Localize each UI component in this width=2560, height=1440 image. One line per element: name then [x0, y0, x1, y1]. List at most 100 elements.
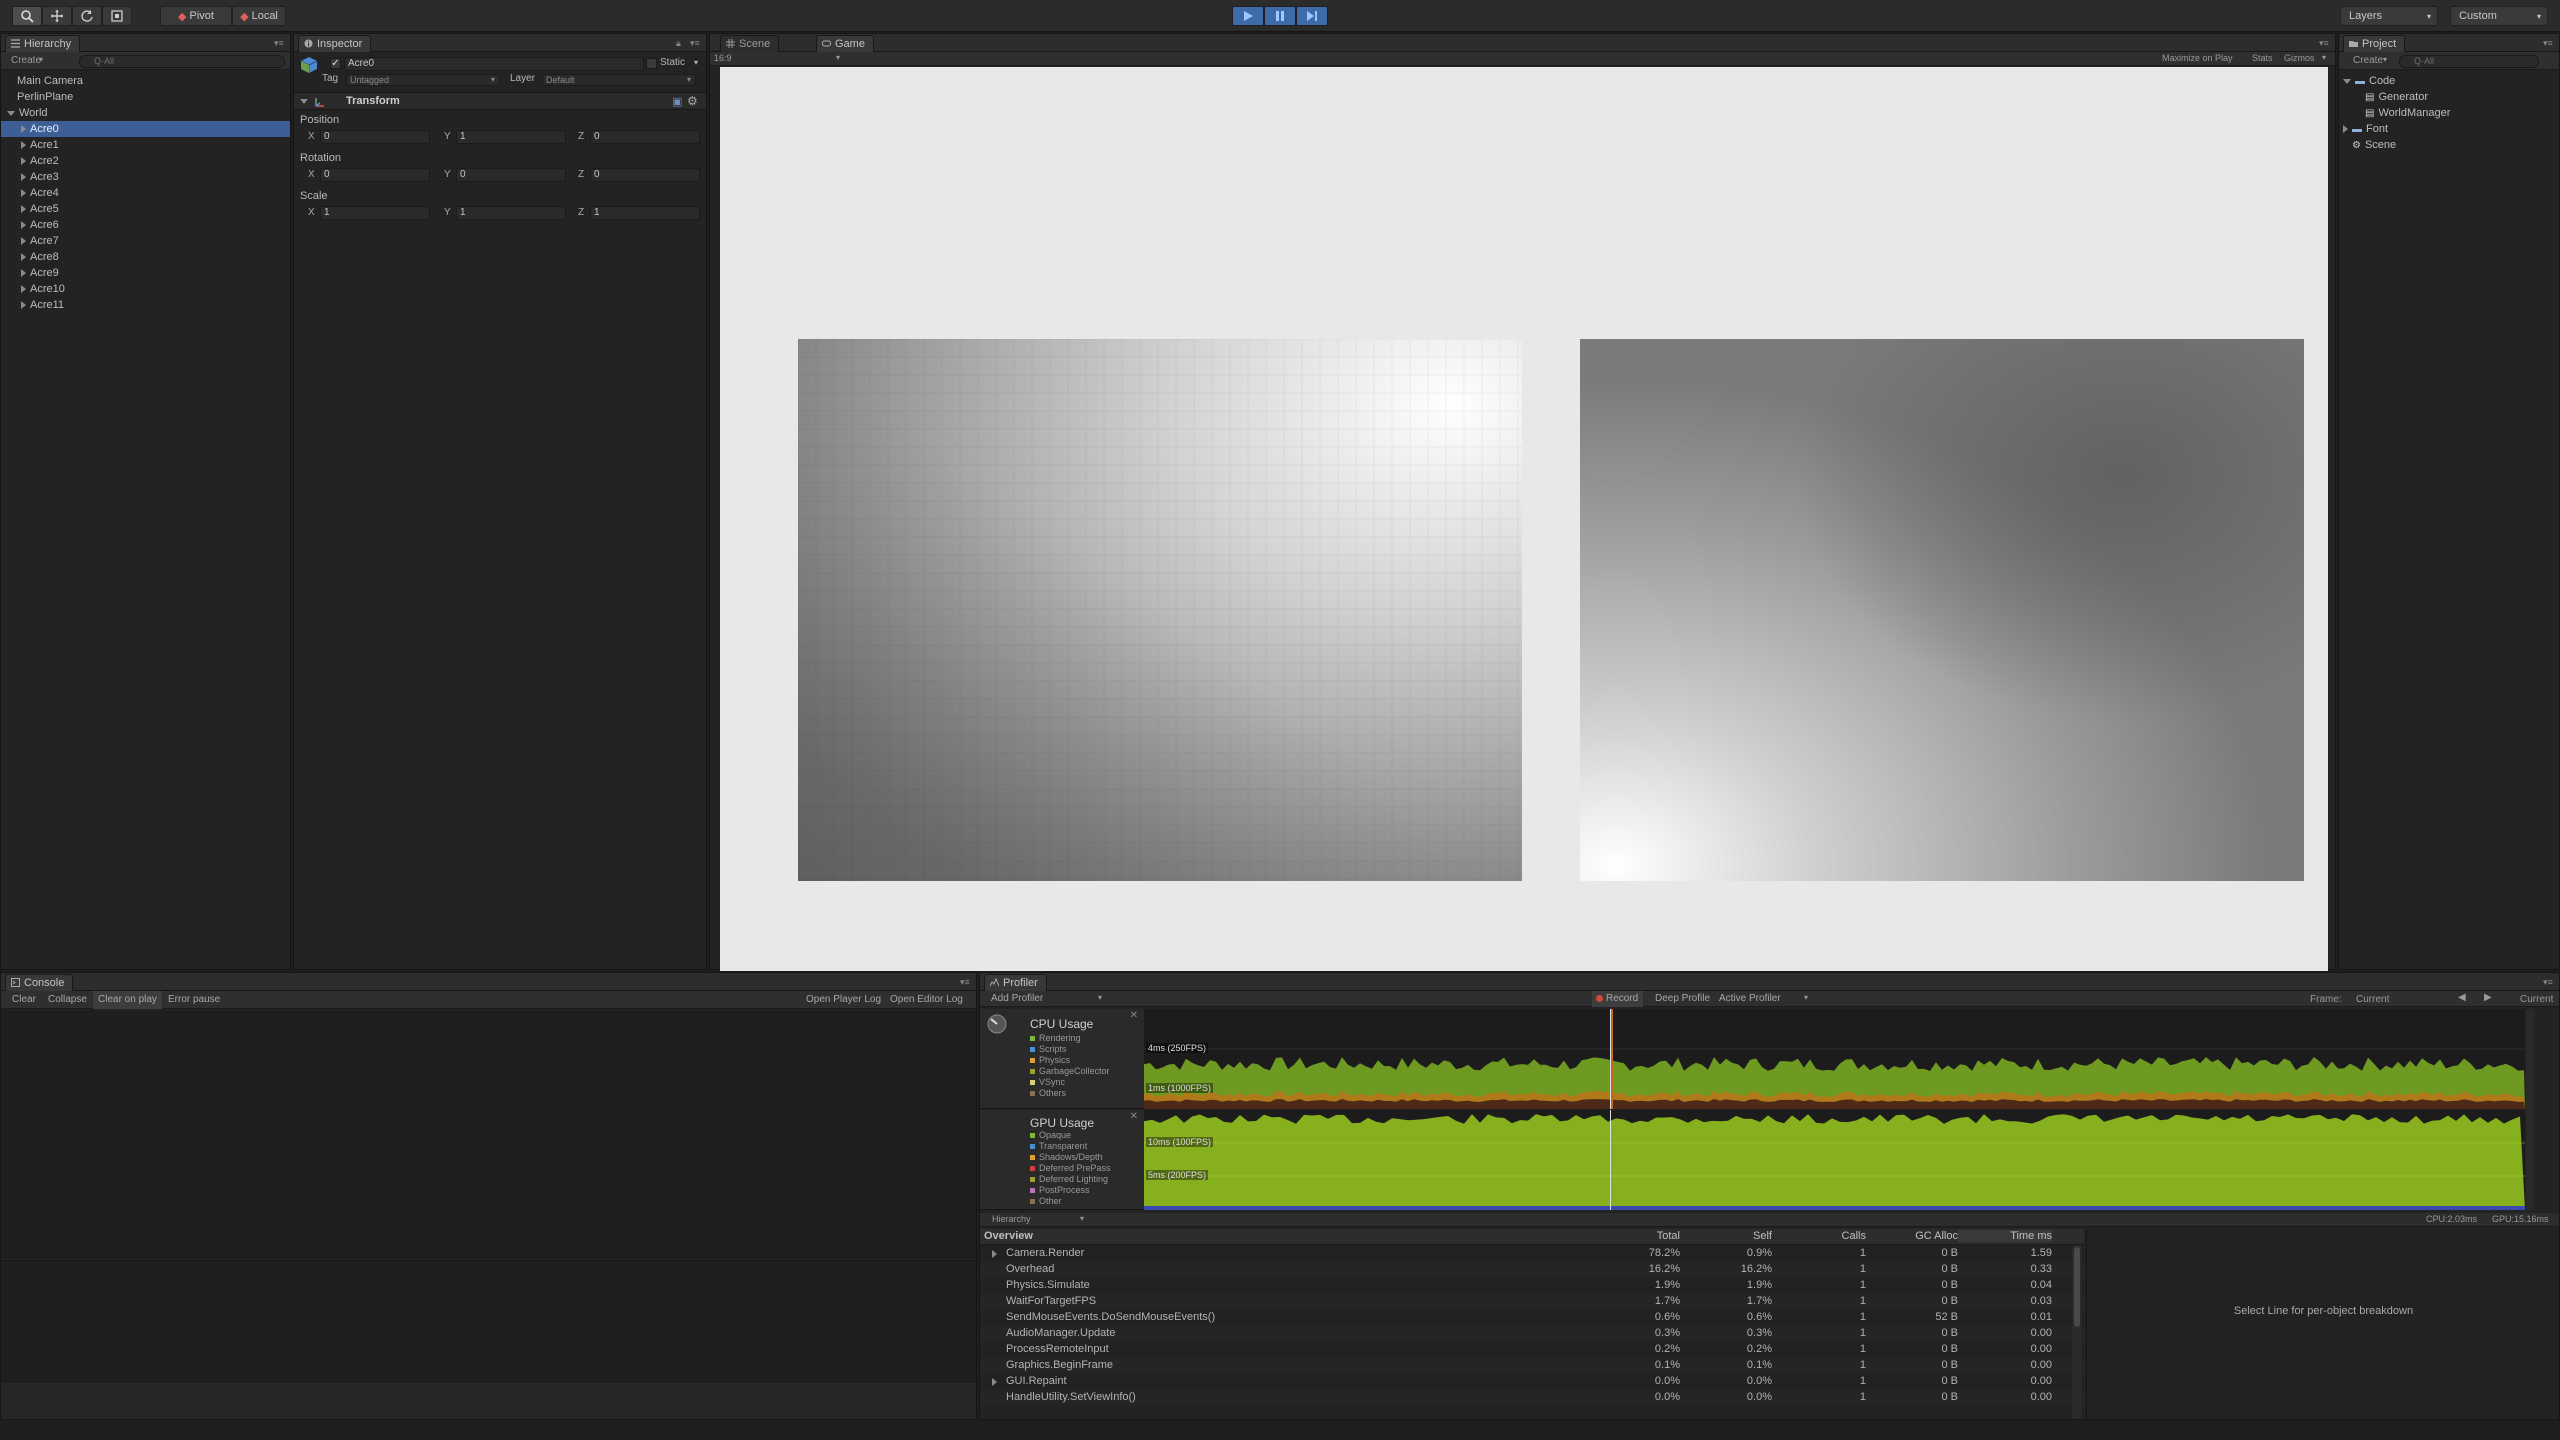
- layout-dropdown[interactable]: Custom ▾: [2450, 6, 2548, 26]
- panel-menu-icon[interactable]: ▾≡: [690, 38, 702, 48]
- maximize-on-play-toggle[interactable]: Maximize on Play: [2162, 53, 2233, 63]
- legend-item[interactable]: Others: [1030, 1088, 1066, 1098]
- tab-profiler[interactable]: Profiler: [984, 974, 1047, 991]
- console-log-list[interactable]: [1, 1010, 976, 1259]
- hierarchy-item[interactable]: Acre7: [1, 233, 290, 249]
- legend-item[interactable]: Transparent: [1030, 1141, 1087, 1151]
- panel-menu-icon[interactable]: ▾≡: [2543, 977, 2555, 987]
- tab-console[interactable]: Console: [5, 974, 74, 991]
- aspect-dropdown[interactable]: 16:9: [714, 53, 732, 63]
- hierarchy-item[interactable]: Acre0: [1, 121, 290, 137]
- hierarchy-item[interactable]: Acre2: [1, 153, 290, 169]
- table-row[interactable]: Physics.Simulate1.9%1.9%10 B0.040.04: [980, 1278, 2084, 1294]
- create-dropdown[interactable]: Create: [11, 55, 41, 66]
- rotate-tool-button[interactable]: [72, 6, 102, 26]
- hand-tool-button[interactable]: [12, 6, 42, 26]
- foldout-arrow-icon[interactable]: [992, 1250, 997, 1258]
- legend-item[interactable]: Other: [1030, 1196, 1062, 1206]
- stats-toggle[interactable]: Stats: [2252, 53, 2273, 63]
- position-y-field[interactable]: 1: [456, 130, 566, 144]
- close-icon[interactable]: ✕: [1130, 1010, 1138, 1021]
- legend-item[interactable]: GarbageCollector: [1030, 1066, 1110, 1076]
- legend-item[interactable]: Shadows/Depth: [1030, 1152, 1103, 1162]
- dropdown-arrow-icon[interactable]: ▾: [2322, 53, 2326, 62]
- foldout-arrow-icon[interactable]: [992, 1378, 997, 1386]
- foldout-arrow-icon[interactable]: [21, 301, 26, 310]
- foldout-arrow-icon[interactable]: [21, 205, 26, 214]
- col-self[interactable]: Self: [1680, 1230, 1772, 1242]
- foldout-arrow-icon[interactable]: [21, 173, 26, 182]
- create-dropdown[interactable]: Create: [2353, 55, 2383, 66]
- prev-frame-icon[interactable]: ◀: [2458, 992, 2466, 1003]
- foldout-arrow-icon[interactable]: [2343, 125, 2348, 134]
- hierarchy-item[interactable]: World: [1, 105, 290, 121]
- graph-scrollbar[interactable]: [2526, 1009, 2534, 1210]
- rotation-y-field[interactable]: 0: [456, 168, 566, 182]
- gpu-module-header[interactable]: GPU Usage ✕ Opaque Transparent Shadows/Dep…: [980, 1110, 1144, 1210]
- position-x-field[interactable]: 0: [320, 130, 430, 144]
- project-item[interactable]: ▬ Code: [2339, 73, 2559, 89]
- play-button[interactable]: [1232, 6, 1264, 26]
- hierarchy-item[interactable]: Main Camera: [1, 73, 290, 89]
- hierarchy-item[interactable]: Acre8: [1, 249, 290, 265]
- project-search-input[interactable]: Q·All: [2399, 55, 2539, 68]
- foldout-arrow-icon[interactable]: [7, 110, 15, 116]
- open-editor-log-button[interactable]: Open Editor Log: [885, 991, 968, 1009]
- step-button[interactable]: [1296, 6, 1328, 26]
- col-gc-alloc[interactable]: GC Alloc: [1866, 1230, 1958, 1242]
- game-viewport[interactable]: [720, 67, 2328, 971]
- record-toggle[interactable]: Record: [1592, 991, 1644, 1007]
- deep-profile-toggle[interactable]: Deep Profile: [1650, 991, 1715, 1007]
- foldout-arrow-icon[interactable]: [21, 125, 26, 134]
- scale-y-field[interactable]: 1: [456, 206, 566, 220]
- table-row[interactable]: SendMouseEvents.DoSendMouseEvents() 0.6% 0…: [980, 1310, 2084, 1326]
- table-row[interactable]: Overhead16.2%16.2%10 B0.330.33: [980, 1262, 2084, 1278]
- tab-project[interactable]: Project: [2343, 35, 2406, 52]
- tab-inspector[interactable]: Inspector: [298, 35, 372, 52]
- legend-item[interactable]: Deferred PrePass: [1030, 1163, 1111, 1173]
- panel-menu-icon[interactable]: ▾≡: [274, 38, 286, 48]
- tab-scene[interactable]: Scene: [720, 35, 780, 52]
- project-item[interactable]: ⚙ Scene: [2339, 137, 2559, 153]
- collapse-toggle[interactable]: Collapse: [43, 991, 92, 1009]
- lock-icon[interactable]: 🔒︎: [676, 38, 688, 48]
- legend-item[interactable]: Deferred Lighting: [1030, 1174, 1108, 1184]
- project-item[interactable]: ▤ WorldManager: [2339, 105, 2559, 121]
- table-row[interactable]: Graphics.BeginFrame0.1%0.1%10 B0.000.00: [980, 1358, 2084, 1374]
- table-row[interactable]: ProcessRemoteInput0.2%0.2%10 B0.000.00: [980, 1342, 2084, 1358]
- legend-item[interactable]: Physics: [1030, 1055, 1070, 1065]
- gizmos-dropdown[interactable]: Gizmos: [2284, 53, 2315, 63]
- hierarchy-item[interactable]: Acre9: [1, 265, 290, 281]
- foldout-arrow-icon[interactable]: [21, 189, 26, 198]
- active-profiler-dropdown[interactable]: Active Profiler: [1714, 991, 1786, 1007]
- col-overview[interactable]: Overview: [984, 1230, 1033, 1242]
- foldout-arrow-icon[interactable]: [21, 157, 26, 166]
- active-checkbox[interactable]: ✓: [330, 58, 341, 69]
- hierarchy-item[interactable]: Acre4: [1, 185, 290, 201]
- col-time-ms[interactable]: Time ms: [1958, 1230, 2052, 1242]
- panel-menu-icon[interactable]: ▾≡: [2543, 38, 2555, 48]
- foldout-arrow-icon[interactable]: [21, 285, 26, 294]
- foldout-arrow-icon[interactable]: [21, 237, 26, 246]
- project-item[interactable]: ▬ Font: [2339, 121, 2559, 137]
- project-item[interactable]: ▤ Generator: [2339, 89, 2559, 105]
- legend-item[interactable]: Scripts: [1030, 1044, 1067, 1054]
- legend-item[interactable]: PostProcess: [1030, 1185, 1090, 1195]
- table-scrollbar[interactable]: [2072, 1245, 2082, 1419]
- static-checkbox[interactable]: [646, 58, 657, 69]
- foldout-arrow-icon[interactable]: [21, 253, 26, 262]
- hierarchy-item[interactable]: Acre1: [1, 137, 290, 153]
- gear-icon[interactable]: ⚙: [687, 94, 698, 108]
- foldout-arrow-icon[interactable]: [2343, 78, 2351, 84]
- table-scroll-thumb[interactable]: [2074, 1247, 2080, 1327]
- rotation-z-field[interactable]: 0: [590, 168, 700, 182]
- hierarchy-item[interactable]: Acre10: [1, 281, 290, 297]
- cpu-usage-graph[interactable]: 4ms (250FPS) 1ms (1000FPS): [1144, 1009, 2525, 1109]
- dropdown-arrow-icon[interactable]: ▾: [694, 58, 698, 67]
- error-pause-toggle[interactable]: Error pause: [163, 991, 225, 1009]
- foldout-arrow-icon[interactable]: [21, 221, 26, 230]
- hierarchy-item[interactable]: Acre6: [1, 217, 290, 233]
- hierarchy-search-input[interactable]: Q·All: [79, 55, 285, 68]
- dropdown-arrow-icon[interactable]: ▾: [1080, 1214, 1084, 1223]
- legend-item[interactable]: VSync: [1030, 1077, 1065, 1087]
